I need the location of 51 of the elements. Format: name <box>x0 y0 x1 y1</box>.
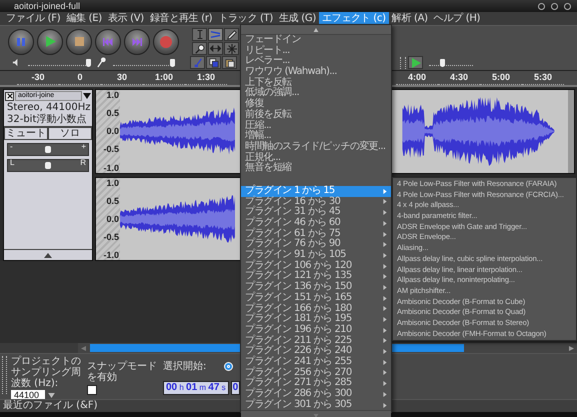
scale-label: 0.0 <box>106 126 119 136</box>
submenu-item-label: プラグイン 46 から 60 <box>245 218 340 228</box>
submenu-item-label: プラグイン 151 から 165 <box>245 292 352 303</box>
ruler-label: 5:00 <box>480 71 522 85</box>
submenu-item-label: プラグイン 211 から 225 <box>245 336 352 346</box>
submenu-item-label: プラグイン 91 から 105 <box>245 250 346 260</box>
track-info-text: 32-bit浮動小数点 <box>6 114 88 126</box>
status-text: 最近のファイル (&F) <box>3 400 98 411</box>
slider-min-label: - <box>10 143 13 151</box>
slider-max-label: R <box>80 159 86 167</box>
submenu-item-label: プラグイン 136 から 150 <box>245 282 352 292</box>
selection-start-label: 選択開始: <box>163 360 206 372</box>
submenu-item-label: プラグイン 241 から 255 <box>245 356 352 367</box>
submenu-item-label: プラグイン 181 から 195 <box>245 314 352 324</box>
submenu-item-label: プラグイン 121 から 135 <box>245 271 352 282</box>
scale-label: 0.0 <box>106 214 119 224</box>
ruler-label: 4:00 <box>396 71 438 85</box>
scale-label: -1.0 <box>103 250 119 260</box>
scale-label: 0.5 <box>106 196 119 206</box>
submenu-item-label: プラグイン 166 から 180 <box>245 304 352 314</box>
ruler-label: -30 <box>17 71 59 85</box>
submenu-item-label: プラグイン 256 から 270 <box>245 368 352 378</box>
submenu-item-label: プラグイン 76 から 90 <box>245 239 340 250</box>
scale-label: -1.0 <box>103 162 119 172</box>
slider-min-label: L <box>10 159 14 167</box>
scale-label: 0.5 <box>106 108 119 118</box>
submenu-item-label: プラグイン 1 から 15 <box>245 186 335 196</box>
track-info-text: Stereo, 44100Hz <box>6 102 92 114</box>
submenu-item-label: プラグイン 301 から 305 <box>245 400 352 410</box>
submenu-item-label: プラグイン 31 から 45 <box>245 207 340 218</box>
slider-max-label: + <box>81 143 86 151</box>
scale-label: -0.5 <box>103 232 119 242</box>
submenu-item-label: プラグイン 196 から 210 <box>245 324 352 335</box>
submenu-item-label: プラグイン 61 から 75 <box>245 228 340 239</box>
scale-label: -0.5 <box>103 144 119 154</box>
submenu-item-label: プラグイン 226 から 240 <box>245 346 352 356</box>
submenu-item-label: プラグイン 271 から 285 <box>245 378 352 388</box>
ruler-label: 30 <box>101 71 143 85</box>
ruler-label: 1:00 <box>143 71 185 85</box>
window-title: aoitori-joined-full <box>14 0 80 12</box>
sample-rate-label: プロジェクトのサンプリング周波数 (Hz): <box>11 356 82 389</box>
submenu-item-label: プラグイン 286 から 300 <box>245 389 352 399</box>
submenu-item-label: プラグイン 16 から 30 <box>245 196 340 207</box>
ruler-label: 4:30 <box>438 71 480 85</box>
ruler-label: 5:30 <box>522 71 564 85</box>
ruler-label: 0 <box>59 71 101 85</box>
snap-mode-label: スナップモードを有効 <box>87 360 158 382</box>
submenu-item-label: プラグイン 106 から 120 <box>245 260 352 271</box>
scale-label: 1.0 <box>106 178 119 188</box>
ruler-label: 1:30 <box>185 71 227 85</box>
scale-label: 1.0 <box>106 90 119 100</box>
